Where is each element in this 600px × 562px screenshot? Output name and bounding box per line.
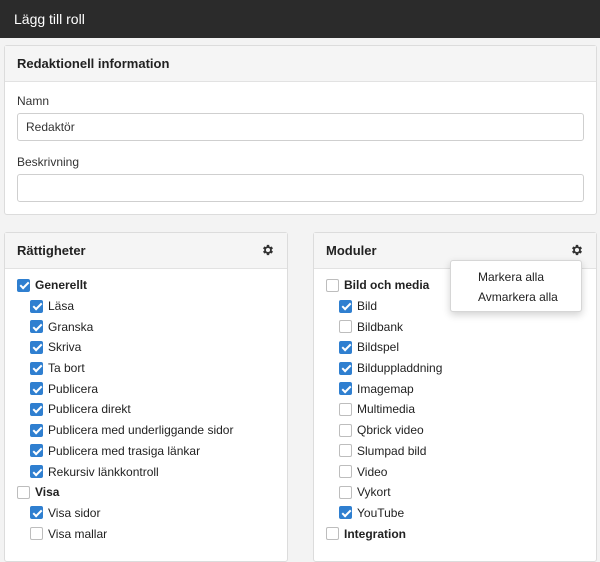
- checkbox-group-row: Generellt: [17, 275, 233, 296]
- checkbox-label[interactable]: Bildbank: [357, 320, 403, 334]
- checkbox-unchecked[interactable]: [326, 527, 339, 541]
- checkbox-label[interactable]: Ta bort: [48, 361, 85, 375]
- checkbox-label[interactable]: Multimedia: [357, 402, 415, 416]
- checkbox-label[interactable]: Integration: [344, 527, 406, 541]
- checkbox-group-row: Bild och media: [326, 275, 442, 296]
- rights-heading: Rättigheter: [5, 233, 287, 269]
- deselect-all-item[interactable]: Avmarkera alla: [451, 287, 581, 307]
- checkbox-label[interactable]: Bildspel: [357, 340, 399, 354]
- checkbox-checked[interactable]: [30, 402, 43, 416]
- checkbox-checked[interactable]: [339, 361, 352, 375]
- checkbox-row: Vykort: [326, 482, 442, 503]
- gear-icon[interactable]: [570, 243, 584, 257]
- checkbox-row: Slumpad bild: [326, 441, 442, 462]
- checkbox-unchecked[interactable]: [30, 527, 43, 541]
- checkbox-checked[interactable]: [339, 340, 352, 354]
- checkbox-checked[interactable]: [30, 423, 43, 437]
- modules-list: Bild och media Bild Bildbank Bildspel Bildup…: [326, 275, 442, 544]
- checkbox-group-row: Visa: [17, 482, 233, 503]
- checkbox-checked[interactable]: [339, 506, 352, 520]
- checkbox-row: Rekursiv länkkontroll: [17, 461, 233, 482]
- checkbox-checked[interactable]: [30, 361, 43, 375]
- gear-icon[interactable]: [261, 243, 275, 257]
- checkbox-label[interactable]: Visa: [35, 485, 59, 499]
- checkbox-checked[interactable]: [17, 278, 30, 292]
- module-actions-menu: Markera alla Avmarkera alla: [450, 260, 582, 312]
- checkbox-label[interactable]: Publicera direkt: [48, 402, 131, 416]
- checkbox-label[interactable]: Bilduppladdning: [357, 361, 442, 375]
- select-all-item[interactable]: Markera alla: [451, 267, 581, 287]
- checkbox-row: Publicera direkt: [17, 399, 233, 420]
- checkbox-row: Publicera: [17, 378, 233, 399]
- checkbox-row: Bilduppladdning: [326, 358, 442, 379]
- checkbox-label[interactable]: Läsa: [48, 299, 74, 313]
- checkbox-checked[interactable]: [30, 340, 43, 354]
- rights-title: Rättigheter: [17, 243, 86, 258]
- checkbox-checked[interactable]: [30, 444, 43, 458]
- checkbox-label[interactable]: Publicera med underliggande sidor: [48, 423, 233, 437]
- checkbox-unchecked[interactable]: [339, 423, 352, 437]
- checkbox-label[interactable]: Publicera med trasiga länkar: [48, 444, 200, 458]
- description-input[interactable]: [17, 174, 584, 202]
- window-title: Lägg till roll: [0, 0, 600, 38]
- checkbox-label[interactable]: Rekursiv länkkontroll: [48, 465, 159, 479]
- editorial-heading: Redaktionell information: [5, 46, 596, 82]
- checkbox-row: Läsa: [17, 296, 233, 317]
- checkbox-label[interactable]: Generellt: [35, 278, 87, 292]
- checkbox-row: Visa mallar: [17, 523, 233, 544]
- checkbox-checked[interactable]: [30, 299, 43, 313]
- name-input[interactable]: [17, 113, 584, 141]
- checkbox-label[interactable]: Granska: [48, 320, 93, 334]
- checkbox-row: Bildbank: [326, 316, 442, 337]
- checkbox-checked[interactable]: [339, 382, 352, 396]
- checkbox-label[interactable]: Bild: [357, 299, 377, 313]
- checkbox-row: YouTube: [326, 503, 442, 524]
- name-label: Namn: [17, 94, 50, 108]
- checkbox-row: Skriva: [17, 337, 233, 358]
- description-label: Beskrivning: [17, 155, 80, 169]
- checkbox-row: Video: [326, 461, 442, 482]
- rights-panel: Rättigheter Generellt Läsa Granska Skriva Ta…: [4, 232, 288, 562]
- checkbox-row: Granska: [17, 316, 233, 337]
- checkbox-label[interactable]: Imagemap: [357, 382, 414, 396]
- checkbox-unchecked[interactable]: [326, 278, 339, 292]
- checkbox-label[interactable]: Visa sidor: [48, 506, 100, 520]
- checkbox-label[interactable]: Video: [357, 465, 387, 479]
- rights-list: Generellt Läsa Granska Skriva Ta bort Publice…: [17, 275, 233, 544]
- checkbox-unchecked[interactable]: [339, 444, 352, 458]
- checkbox-row: Qbrick video: [326, 420, 442, 441]
- checkbox-unchecked[interactable]: [339, 465, 352, 479]
- checkbox-row: Multimedia: [326, 399, 442, 420]
- checkbox-checked[interactable]: [30, 320, 43, 334]
- checkbox-row: Imagemap: [326, 378, 442, 399]
- checkbox-label[interactable]: YouTube: [357, 506, 404, 520]
- checkbox-row: Publicera med trasiga länkar: [17, 441, 233, 462]
- checkbox-row: Publicera med underliggande sidor: [17, 420, 233, 441]
- checkbox-label[interactable]: Bild och media: [344, 278, 429, 292]
- checkbox-group-row: Integration: [326, 523, 442, 544]
- checkbox-unchecked[interactable]: [339, 485, 352, 499]
- checkbox-row: Ta bort: [17, 358, 233, 379]
- checkbox-unchecked[interactable]: [339, 402, 352, 416]
- checkbox-label[interactable]: Visa mallar: [48, 527, 107, 541]
- checkbox-label[interactable]: Qbrick video: [357, 423, 424, 437]
- checkbox-row: Bildspel: [326, 337, 442, 358]
- checkbox-checked[interactable]: [30, 382, 43, 396]
- checkbox-label[interactable]: Skriva: [48, 340, 81, 354]
- checkbox-label[interactable]: Slumpad bild: [357, 444, 426, 458]
- checkbox-unchecked[interactable]: [17, 485, 30, 499]
- editorial-panel: Redaktionell information Namn Beskrivnin…: [4, 45, 597, 215]
- checkbox-row: Visa sidor: [17, 503, 233, 524]
- modules-title: Moduler: [326, 243, 377, 258]
- checkbox-label[interactable]: Publicera: [48, 382, 98, 396]
- checkbox-checked[interactable]: [30, 506, 43, 520]
- checkbox-checked[interactable]: [30, 465, 43, 479]
- checkbox-row: Bild: [326, 296, 442, 317]
- checkbox-unchecked[interactable]: [339, 320, 352, 334]
- checkbox-checked[interactable]: [339, 299, 352, 313]
- checkbox-label[interactable]: Vykort: [357, 485, 391, 499]
